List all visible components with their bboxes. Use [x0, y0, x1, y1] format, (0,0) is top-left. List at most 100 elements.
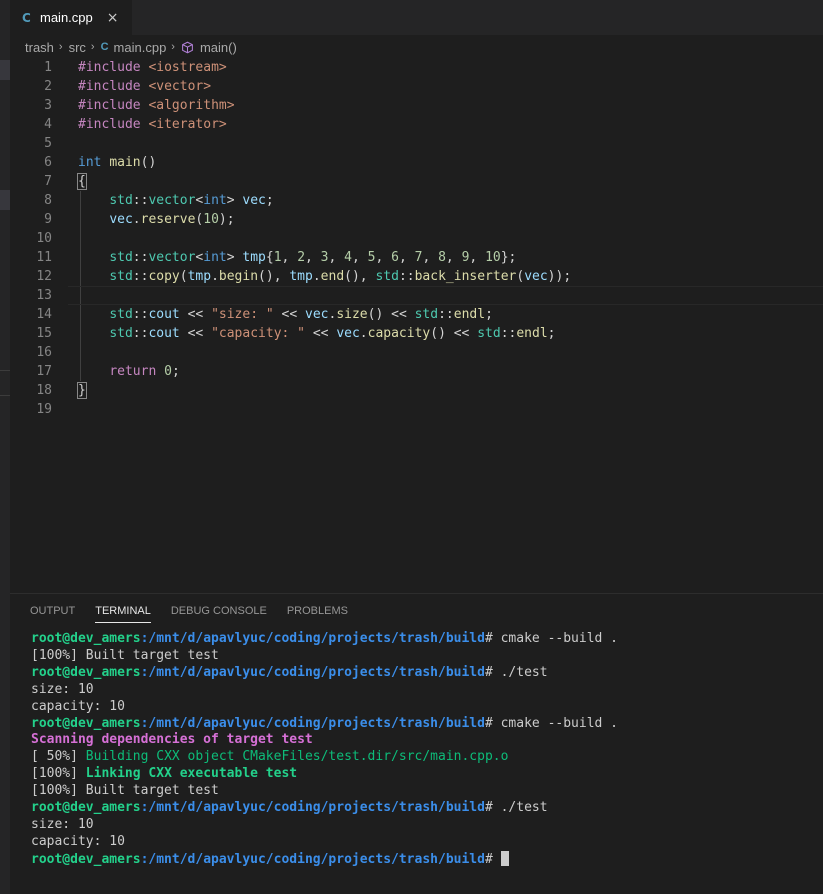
output-text: size: 10 — [31, 816, 94, 832]
code-line[interactable]: 17 return 0; — [10, 362, 823, 381]
code-line[interactable]: 10 — [10, 229, 823, 248]
code-token: std — [109, 269, 133, 284]
code-token: :: — [398, 269, 415, 284]
code-token: vec — [242, 193, 266, 208]
code-token: main — [109, 155, 141, 170]
code-text: vec.reserve(10); — [78, 210, 234, 229]
code-line[interactable]: 2 #include <vector> — [10, 77, 823, 96]
terminal-line: [100%] Built target test — [31, 648, 821, 665]
code-token: 8 — [438, 250, 446, 265]
prompt-path: :/mnt/d/apavlyuc/coding/projects/trash/b… — [140, 800, 485, 816]
code-token: . — [132, 212, 141, 227]
code-token: #include — [78, 98, 149, 113]
terminal-line: capacity: 10 — [31, 834, 821, 851]
panel-tab-problems[interactable]: PROBLEMS — [287, 594, 348, 628]
code-token: > — [226, 193, 243, 208]
code-token: :: — [132, 250, 149, 265]
terminal-cursor — [500, 850, 509, 866]
code-line[interactable]: 12 std::copy(tmp.begin(), tmp.end(), std… — [10, 267, 823, 286]
code-token: vector — [148, 193, 196, 208]
strip-divider — [0, 395, 10, 396]
terminal-line: [100%] Linking CXX executable test — [31, 766, 821, 783]
code-line[interactable]: 13 — [10, 286, 823, 305]
code-line[interactable]: 5 — [10, 134, 823, 153]
code-token: , — [328, 250, 345, 265]
code-token: { — [77, 173, 87, 190]
current-line-highlight — [68, 286, 823, 305]
output-text: Building CXX object CMakeFiles/test.dir/… — [85, 749, 509, 765]
code-token: > — [226, 250, 243, 265]
code-token: , — [469, 250, 486, 265]
code-line[interactable]: 18} — [10, 381, 823, 400]
prompt-user: root@dev_amers — [31, 800, 141, 816]
terminal-line: [ 50%] Building CXX object CMakeFiles/te… — [31, 749, 821, 766]
code-token: . — [359, 326, 368, 341]
prompt-path: :/mnt/d/apavlyuc/coding/projects/trash/b… — [140, 664, 485, 680]
code-line[interactable]: 3 #include <algorithm> — [10, 96, 823, 115]
code-token: () << — [367, 307, 415, 322]
code-line[interactable]: 16 — [10, 343, 823, 362]
terminal-line: root@dev_amers:/mnt/d/apavlyuc/coding/pr… — [31, 800, 821, 817]
code-line[interactable]: 8 std::vector<int> vec; — [10, 191, 823, 210]
output-text: [100%] Built target test — [31, 647, 219, 663]
code-line[interactable]: 14 std::cout << "size: " << vec.size() <… — [10, 305, 823, 324]
code-line[interactable]: 11 std::vector<int> tmp{1, 2, 3, 4, 5, 6… — [10, 248, 823, 267]
breadcrumb-item-trash[interactable]: trash — [25, 40, 54, 55]
line-number: 8 — [44, 193, 52, 208]
panel-tab-debug-console[interactable]: DEBUG CONSOLE — [171, 594, 267, 628]
panel-tabs: OUTPUT TERMINAL DEBUG CONSOLE PROBLEMS — [20, 594, 358, 628]
breadcrumb-item-src[interactable]: src — [69, 40, 86, 55]
chevron-right-icon: › — [90, 41, 95, 53]
terminal-output[interactable]: root@dev_amers:/mnt/d/apavlyuc/coding/pr… — [31, 631, 821, 869]
strip-highlight — [0, 60, 10, 80]
code-token: , — [305, 250, 321, 265]
chevron-right-icon: › — [58, 41, 63, 53]
code-text: { — [77, 172, 87, 191]
terminal-line: Scanning dependencies of target test — [31, 732, 821, 749]
code-line[interactable]: 7{ — [10, 172, 823, 191]
code-line[interactable]: 1 #include <iostream> — [10, 58, 823, 77]
cpp-file-icon: C — [22, 10, 31, 25]
code-token: 0 — [164, 364, 172, 379]
code-token: 3 — [320, 250, 329, 265]
panel-tab-terminal[interactable]: TERMINAL — [95, 594, 151, 628]
terminal-line: root@dev_amers:/mnt/d/apavlyuc/coding/pr… — [31, 850, 821, 869]
tab-main-cpp[interactable]: C main.cpp × — [10, 0, 132, 35]
code-token: }; — [500, 250, 517, 265]
code-token: cout — [148, 307, 180, 322]
output-text: size: 10 — [31, 681, 94, 697]
line-number: 17 — [36, 364, 52, 379]
code-token: :: — [438, 307, 454, 322]
prompt-user: root@dev_amers — [31, 851, 141, 867]
code-line[interactable]: 6 int main() — [10, 153, 823, 172]
code-token: 10 — [485, 250, 501, 265]
prompt-user: root@dev_amers — [31, 715, 141, 731]
code-token: std — [109, 193, 133, 208]
code-token: endl — [516, 326, 548, 341]
breadcrumb-item-symbol[interactable]: main() — [200, 40, 237, 55]
code-editor[interactable]: 1 #include <iostream> 2 #include <vector> 3 #… — [10, 58, 823, 593]
code-token: 4 — [344, 250, 352, 265]
code-token: . — [312, 269, 321, 284]
panel-tab-output[interactable]: OUTPUT — [30, 594, 75, 628]
code-token: :: — [132, 307, 149, 322]
breadcrumb-item-file[interactable]: main.cpp — [114, 40, 167, 55]
code-text: std::cout << "capacity: " << vec.capacit… — [78, 324, 555, 343]
line-number: 2 — [44, 79, 52, 94]
code-token: () << — [430, 326, 478, 341]
line-number: 5 — [44, 136, 52, 151]
terminal-line: root@dev_amers:/mnt/d/apavlyuc/coding/pr… — [31, 631, 821, 648]
code-line[interactable]: 4 #include <iterator> — [10, 115, 823, 134]
code-line[interactable]: 19 — [10, 400, 823, 419]
breadcrumb: trash › src › C main.cpp › main() — [10, 36, 237, 58]
prompt-user: root@dev_amers — [31, 631, 141, 646]
code-line[interactable]: 15 std::cout << "capacity: " << vec.capa… — [10, 324, 823, 343]
code-token: 6 — [391, 250, 399, 265]
close-icon[interactable]: × — [107, 10, 119, 26]
code-token: } — [77, 382, 87, 399]
code-token: <iostream> — [148, 60, 227, 75]
code-line[interactable]: 9 vec.reserve(10); — [10, 210, 823, 229]
